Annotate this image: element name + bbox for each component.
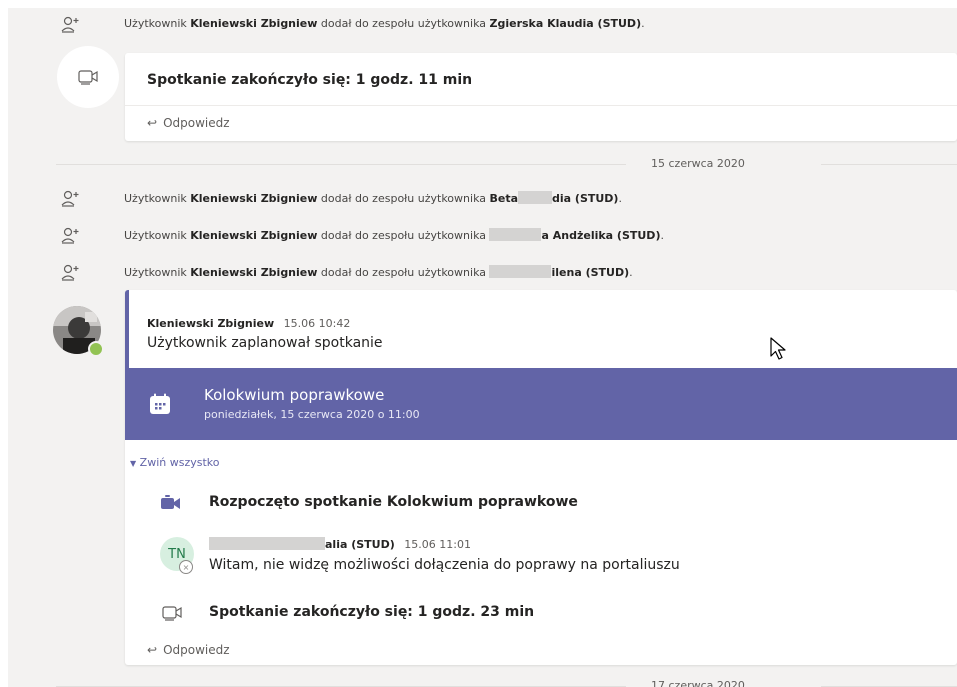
meeting-ended-text: Spotkanie zakończyło się: 1 godz. 23 min <box>209 604 535 620</box>
activity-text: Użytkownik Kleniewski Zbigniew dodał do … <box>124 17 645 30</box>
activity-member-added: Użytkownik Kleniewski Zbigniew dodał do … <box>8 261 957 285</box>
activity-member-added: Użytkownik Kleniewski Zbigniew dodał do … <box>8 13 957 37</box>
date-separator: 15 czerwca 2020 <box>56 157 957 173</box>
add-member-icon <box>61 190 79 207</box>
post-card: Kleniewski Zbigniew 15.06 10:42 Użytkown… <box>125 290 957 665</box>
add-member-icon <box>61 264 79 281</box>
post-author[interactable]: Kleniewski Zbigniew <box>147 317 274 330</box>
activity-text: Użytkownik Kleniewski Zbigniew dodał do … <box>124 191 622 205</box>
reply-button[interactable]: ↩ Odpowiedz <box>147 643 230 657</box>
reply-arrow-icon: ↩ <box>147 116 158 130</box>
meeting-title: Kolokwium poprawkowe <box>204 386 385 404</box>
add-member-icon <box>61 16 79 33</box>
meeting-ended-icon <box>78 70 98 85</box>
post-text: Użytkownik zaplanował spotkanie <box>147 335 383 351</box>
post-time: 15.06 10:42 <box>283 317 351 330</box>
meeting-ended-avatar <box>57 46 119 108</box>
meeting-ended-text: Spotkanie zakończyło się: 1 godz. 11 min <box>147 72 473 88</box>
divider <box>125 105 957 106</box>
reply-header: alia (STUD) 15.06 11:01 <box>209 537 471 551</box>
reply-arrow-icon: ↩ <box>147 643 158 657</box>
post-header: Kleniewski Zbigniew 15.06 10:42 <box>147 317 350 330</box>
video-camera-icon <box>161 495 180 509</box>
presence-available-icon <box>88 341 104 357</box>
calendar-icon <box>150 393 170 414</box>
date-separator: 17 czerwca 2020 <box>56 679 957 687</box>
collapse-all-link[interactable]: ▼ Zwiń wszystko <box>130 456 219 469</box>
reply-time: 15.06 11:01 <box>404 538 471 551</box>
channel-feed: Użytkownik Kleniewski Zbigniew dodał do … <box>8 8 957 687</box>
presence-offline-icon: × <box>179 560 193 574</box>
meeting-datetime: poniedziałek, 15 czerwca 2020 o 11:00 <box>204 408 420 421</box>
post-accent-bar <box>125 290 129 368</box>
meeting-ended-card: Spotkanie zakończyło się: 1 godz. 11 min… <box>125 53 957 141</box>
reply-text: Witam, nie widzę możliwości dołączenia d… <box>209 557 680 573</box>
cursor-icon <box>770 337 786 360</box>
add-member-icon <box>61 227 79 244</box>
reply-button[interactable]: ↩ Odpowiedz <box>147 116 230 130</box>
meeting-banner[interactable]: Kolokwium poprawkowe poniedziałek, 15 cz… <box>125 368 957 440</box>
avatar[interactable] <box>53 306 104 357</box>
meeting-ended-icon <box>162 606 182 621</box>
activity-member-added: Użytkownik Kleniewski Zbigniew dodał do … <box>8 224 957 248</box>
activity-text: Użytkownik Kleniewski Zbigniew dodał do … <box>124 228 664 242</box>
activity-member-added: Użytkownik Kleniewski Zbigniew dodał do … <box>8 187 957 211</box>
reply-author[interactable]: alia (STUD) <box>325 538 395 551</box>
caret-down-icon: ▼ <box>130 459 137 468</box>
activity-text: Użytkownik Kleniewski Zbigniew dodał do … <box>124 265 633 279</box>
meeting-started-text: Rozpoczęto spotkanie Kolokwium poprawkow… <box>209 494 578 510</box>
